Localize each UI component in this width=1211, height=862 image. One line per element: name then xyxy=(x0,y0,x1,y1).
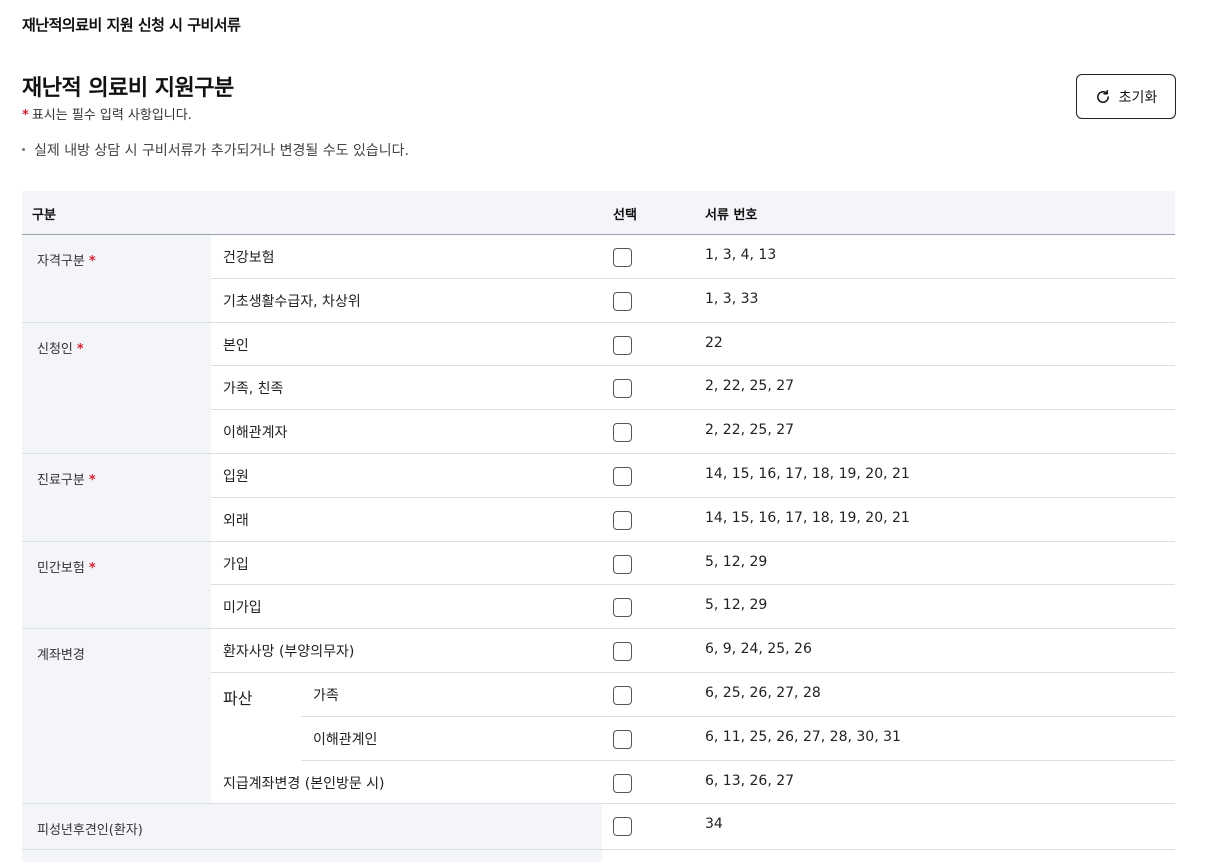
row-label: 입원 xyxy=(223,469,249,485)
group-cell: 신청인 * xyxy=(22,322,211,454)
group-label-text: 자격구분 xyxy=(37,254,85,269)
info-note-text: 실제 내방 상담 시 구비서류가 추가되거나 변경될 수도 있습니다. xyxy=(34,143,409,159)
select-checkbox[interactable] xyxy=(613,686,632,705)
row-label: 환자사망 (부양의무자) xyxy=(223,644,355,661)
row-docs: 14, 15, 16, 17, 18, 19, 20, 21 xyxy=(705,509,910,526)
group-label: 진료구분 * xyxy=(37,469,96,488)
table-row: 기초생활수급자, 차상위 1, 3, 33 xyxy=(211,279,1175,323)
select-checkbox[interactable] xyxy=(613,773,632,793)
row-sub-label: 가족 xyxy=(313,688,339,704)
row-docs: 34 xyxy=(705,816,723,833)
select-checkbox[interactable] xyxy=(613,554,632,574)
row-docs: 5, 12, 29 xyxy=(705,553,768,570)
row-label: 가입 xyxy=(223,556,249,573)
group-label: 계좌변경 xyxy=(37,644,85,663)
table-header: 구분 선택 서류 번호 xyxy=(22,191,1175,235)
bullet-dot xyxy=(22,147,25,151)
table-row: 이해관계자 2, 22, 25, 27 xyxy=(211,410,1175,454)
reset-button[interactable]: 초기화 xyxy=(1076,74,1176,119)
select-checkbox[interactable] xyxy=(613,248,632,267)
group-cell: 자격구분 * xyxy=(22,235,211,323)
row-label: 외래 xyxy=(223,512,249,529)
table-row: 지급계좌변경 (본인방문 시) 6, 13, 26, 27 xyxy=(211,761,1175,805)
required-star: * xyxy=(88,473,96,488)
group-label: 신청인 * xyxy=(37,338,84,357)
row-docs: 6, 25, 26, 27, 28 xyxy=(705,685,821,701)
select-checkbox[interactable] xyxy=(613,817,632,837)
group-label-text: 계좌변경 xyxy=(37,648,85,664)
table-row: 가족, 친족 2, 22, 25, 27 xyxy=(211,366,1175,411)
row-docs: 2, 22, 25, 27 xyxy=(705,378,795,395)
required-star: * xyxy=(88,254,96,269)
row-docs: 6, 13, 26, 27 xyxy=(705,772,795,789)
select-checkbox[interactable] xyxy=(613,335,632,355)
group-label-text: 신청인 xyxy=(37,341,73,357)
table-row: 가입 5, 12, 29 xyxy=(211,542,1175,586)
section-title: 재난적 의료비 지원구분 xyxy=(22,76,234,101)
row-docs: 2, 22, 25, 27 xyxy=(705,422,795,439)
table-row: 이해관계인 6, 11, 25, 26, 27, 28, 30, 31 xyxy=(301,717,1175,761)
select-checkbox[interactable] xyxy=(613,642,632,662)
row-label: 기초생활수급자, 차상위 xyxy=(223,293,361,310)
required-star: * xyxy=(76,341,84,357)
documents-table: 구분 선택 서류 번호 자격구분 * 건강보험 1, 3, 4, 13 기초생활수급자,… xyxy=(22,191,1175,862)
standalone-label-cell: 피성년후견인(환자) xyxy=(22,804,602,851)
row-docs: 1, 3, 4, 13 xyxy=(705,247,777,263)
select-checkbox[interactable] xyxy=(613,598,632,618)
table-row: 34 xyxy=(602,804,1175,851)
select-checkbox[interactable] xyxy=(613,423,632,443)
header-category: 구분 xyxy=(32,208,56,223)
row-docs: 6, 9, 24, 25, 26 xyxy=(705,641,812,658)
table-row: 입원 14, 15, 16, 17, 18, 19, 20, 21 xyxy=(211,454,1175,498)
table-row: 미가입 5, 12, 29 xyxy=(211,585,1175,630)
table-row: 가족 6, 25, 26, 27, 28 xyxy=(301,673,1175,717)
header-select: 선택 xyxy=(613,208,637,223)
row-label: 미가입 xyxy=(223,600,262,617)
next-row-label-cell xyxy=(22,850,602,862)
select-checkbox[interactable] xyxy=(613,379,632,399)
required-star: * xyxy=(22,108,29,123)
group-cell: 민간보험 * xyxy=(22,541,211,630)
group-cell: 진료구분 * xyxy=(22,454,211,542)
required-star: * xyxy=(88,560,96,576)
select-checkbox[interactable] xyxy=(613,467,632,486)
table-row: 외래 14, 15, 16, 17, 18, 19, 20, 21 xyxy=(211,498,1175,542)
required-note: * 표시는 필수 입력 사항입니다. xyxy=(22,104,192,123)
row-docs: 5, 12, 29 xyxy=(705,597,768,614)
required-note-text: 표시는 필수 입력 사항입니다. xyxy=(31,108,192,123)
page-top-title: 재난적의료비 지원 신청 시 구비서류 xyxy=(22,16,241,34)
group-cell: 계좌변경 xyxy=(22,629,211,805)
group-label-text: 진료구분 xyxy=(37,473,85,488)
row-label: 가족, 친족 xyxy=(223,381,284,398)
row-label: 파산 xyxy=(223,689,253,708)
table-row: 본인 22 xyxy=(211,323,1175,367)
row-label: 이해관계자 xyxy=(223,425,288,442)
group-label-text: 민간보험 xyxy=(37,560,85,576)
info-note: 실제 내방 상담 시 구비서류가 추가되거나 변경될 수도 있습니다. xyxy=(22,140,409,160)
refresh-icon xyxy=(1096,89,1109,103)
row-docs: 1, 3, 33 xyxy=(705,290,759,307)
group-label: 민간보험 * xyxy=(37,557,96,576)
group-label: 자격구분 * xyxy=(37,250,96,269)
row-docs: 22 xyxy=(705,334,723,351)
group-label-text: 피성년후견인(환자) xyxy=(37,823,143,839)
reset-button-label: 초기화 xyxy=(1118,89,1158,106)
header-docs: 서류 번호 xyxy=(705,208,758,223)
row-sub-label: 이해관계인 xyxy=(313,731,378,748)
row-label: 건강보험 xyxy=(223,250,275,266)
select-checkbox[interactable] xyxy=(613,291,632,311)
table-row: 환자사망 (부양의무자) 6, 9, 24, 25, 26 xyxy=(211,629,1175,673)
row-docs: 6, 11, 25, 26, 27, 28, 30, 31 xyxy=(705,728,901,745)
table-row: 건강보험 1, 3, 4, 13 xyxy=(211,235,1175,279)
row-label: 지급계좌변경 (본인방문 시) xyxy=(223,775,385,792)
row-docs: 14, 15, 16, 17, 18, 19, 20, 21 xyxy=(705,466,910,482)
row-label: 본인 xyxy=(223,337,249,354)
select-checkbox[interactable] xyxy=(613,729,632,749)
select-checkbox[interactable] xyxy=(613,510,632,530)
